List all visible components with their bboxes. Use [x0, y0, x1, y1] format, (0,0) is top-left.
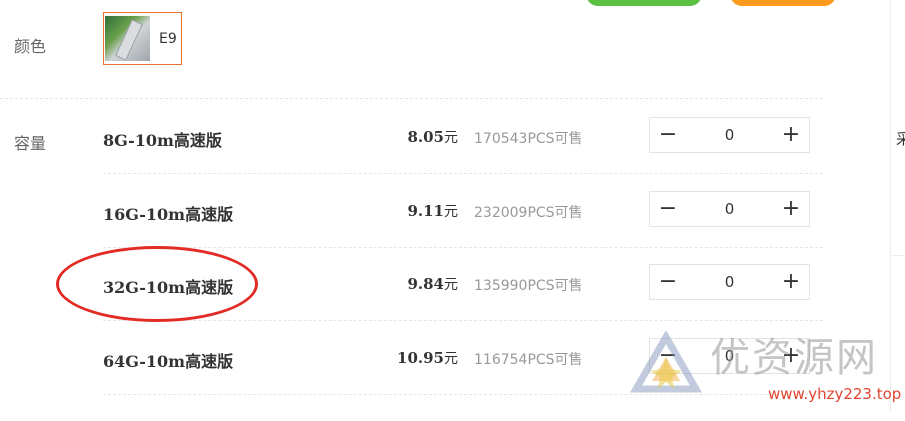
- sku-stock: 116754PCS可售: [474, 352, 583, 368]
- sku-stock: 135990PCS可售: [474, 278, 583, 294]
- right-panel-partial-text: 采: [896, 130, 905, 148]
- top-green-button[interactable]: [586, 0, 702, 6]
- sku-price: 10.95元: [397, 349, 458, 367]
- quantity-input[interactable]: 0: [686, 192, 773, 226]
- sku-price: 9.11元: [407, 202, 458, 220]
- increase-button[interactable]: +: [773, 118, 809, 152]
- increase-button[interactable]: +: [773, 192, 809, 226]
- color-label: 颜色: [14, 37, 47, 56]
- quantity-stepper: − 0 +: [649, 191, 810, 227]
- row-divider: [103, 173, 823, 174]
- increase-button[interactable]: +: [773, 265, 809, 299]
- decrease-button[interactable]: −: [650, 118, 686, 152]
- sku-price: 9.84元: [407, 275, 458, 293]
- watermark-url: www.yhzy223.top: [768, 385, 902, 403]
- quantity-stepper: − 0 +: [649, 264, 810, 300]
- highlight-annotation-oval: [56, 246, 258, 322]
- sku-row: 8G-10m高速版 8.05元 170543PCS可售 − 0 +: [0, 117, 823, 200]
- quantity-stepper: − 0 +: [649, 117, 810, 153]
- sku-name: 8G-10m高速版: [103, 131, 222, 150]
- row-divider: [103, 320, 823, 321]
- sku-price: 8.05元: [407, 128, 458, 146]
- color-option-e9[interactable]: E9: [103, 12, 182, 65]
- decrease-button[interactable]: −: [650, 192, 686, 226]
- watermark-text: 优资源网: [710, 335, 878, 381]
- top-orange-button[interactable]: [730, 0, 836, 6]
- section-divider: [0, 98, 823, 99]
- sku-stock: 232009PCS可售: [474, 205, 583, 221]
- quantity-input[interactable]: 0: [686, 265, 773, 299]
- sku-name: 64G-10m高速版: [103, 352, 234, 371]
- watermark: 优资源网 www.yhzy223.top: [630, 325, 905, 411]
- quantity-input[interactable]: 0: [686, 118, 773, 152]
- sku-stock: 170543PCS可售: [474, 131, 583, 147]
- decrease-button[interactable]: −: [650, 265, 686, 299]
- right-panel-divider: [890, 255, 905, 316]
- sku-name: 16G-10m高速版: [103, 205, 234, 224]
- usb-drive-thumbnail-icon: [105, 16, 150, 61]
- triangle-logo-icon: [630, 331, 702, 393]
- row-divider: [103, 247, 823, 248]
- color-option-label: E9: [159, 31, 177, 47]
